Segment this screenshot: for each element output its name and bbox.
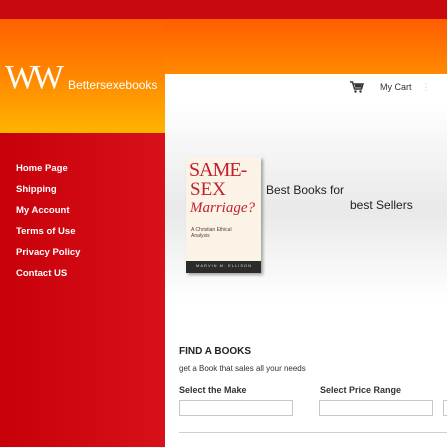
sidebar-item-privacy[interactable]: Privacy Policy (16, 246, 80, 267)
cart-link[interactable]: My Cart ⋮ (350, 81, 431, 93)
brand-name: Bettersexebooks (68, 78, 158, 92)
book-title-line1: SAME- (189, 159, 247, 181)
my-cart-link[interactable]: My Cart (380, 82, 412, 92)
sidebar-item-terms[interactable]: Terms of Use (16, 225, 80, 246)
price-range-select[interactable] (319, 400, 433, 416)
logo-mark: W W (5, 59, 64, 96)
book-author: MARVIN M. ELLISON (196, 263, 253, 268)
main-content: My Cart ⋮ SAME- SEX Marriage? A Christia… (165, 74, 447, 447)
banner-tagline-2: best Sellers (350, 198, 413, 212)
sidebar-item-shipping[interactable]: Shipping (16, 183, 80, 204)
book-title-line3: Marriage? (190, 200, 255, 216)
finder-subtitle: get a Book that sales all your needs (179, 364, 306, 373)
sidebar-item-my-account[interactable]: My Account (16, 204, 80, 225)
sidebar: Home Page Shipping My Account Terms of U… (0, 133, 165, 447)
section-divider (179, 432, 447, 433)
sidebar-nav: Home Page Shipping My Account Terms of U… (16, 162, 80, 288)
search-field-partial[interactable] (443, 400, 447, 416)
header-separator: ⋮ (421, 81, 431, 92)
price-range-label: Select Price Range (320, 385, 402, 395)
sidebar-item-contact[interactable]: Contact US (16, 267, 80, 288)
make-label: Select the Make (179, 385, 247, 395)
finder-title: FIND A BOOKS (179, 346, 252, 357)
top-bar (0, 0, 447, 19)
book-subtitle: A Christian Ethical Analysis (191, 227, 232, 239)
banner-tagline-1: Best Books for (266, 183, 345, 197)
featured-banner: SAME- SEX Marriage? A Christian Ethical … (165, 101, 447, 301)
make-select[interactable] (179, 400, 293, 416)
book-cover[interactable]: SAME- SEX Marriage? A Christian Ethical … (186, 157, 261, 273)
sidebar-item-home[interactable]: Home Page (16, 162, 80, 183)
logo[interactable]: W W Bettersexebooks (5, 59, 158, 96)
shopping-cart-icon[interactable] (350, 81, 364, 93)
logo-area: W W Bettersexebooks (0, 19, 165, 133)
book-title-line2: SEX (190, 179, 226, 200)
